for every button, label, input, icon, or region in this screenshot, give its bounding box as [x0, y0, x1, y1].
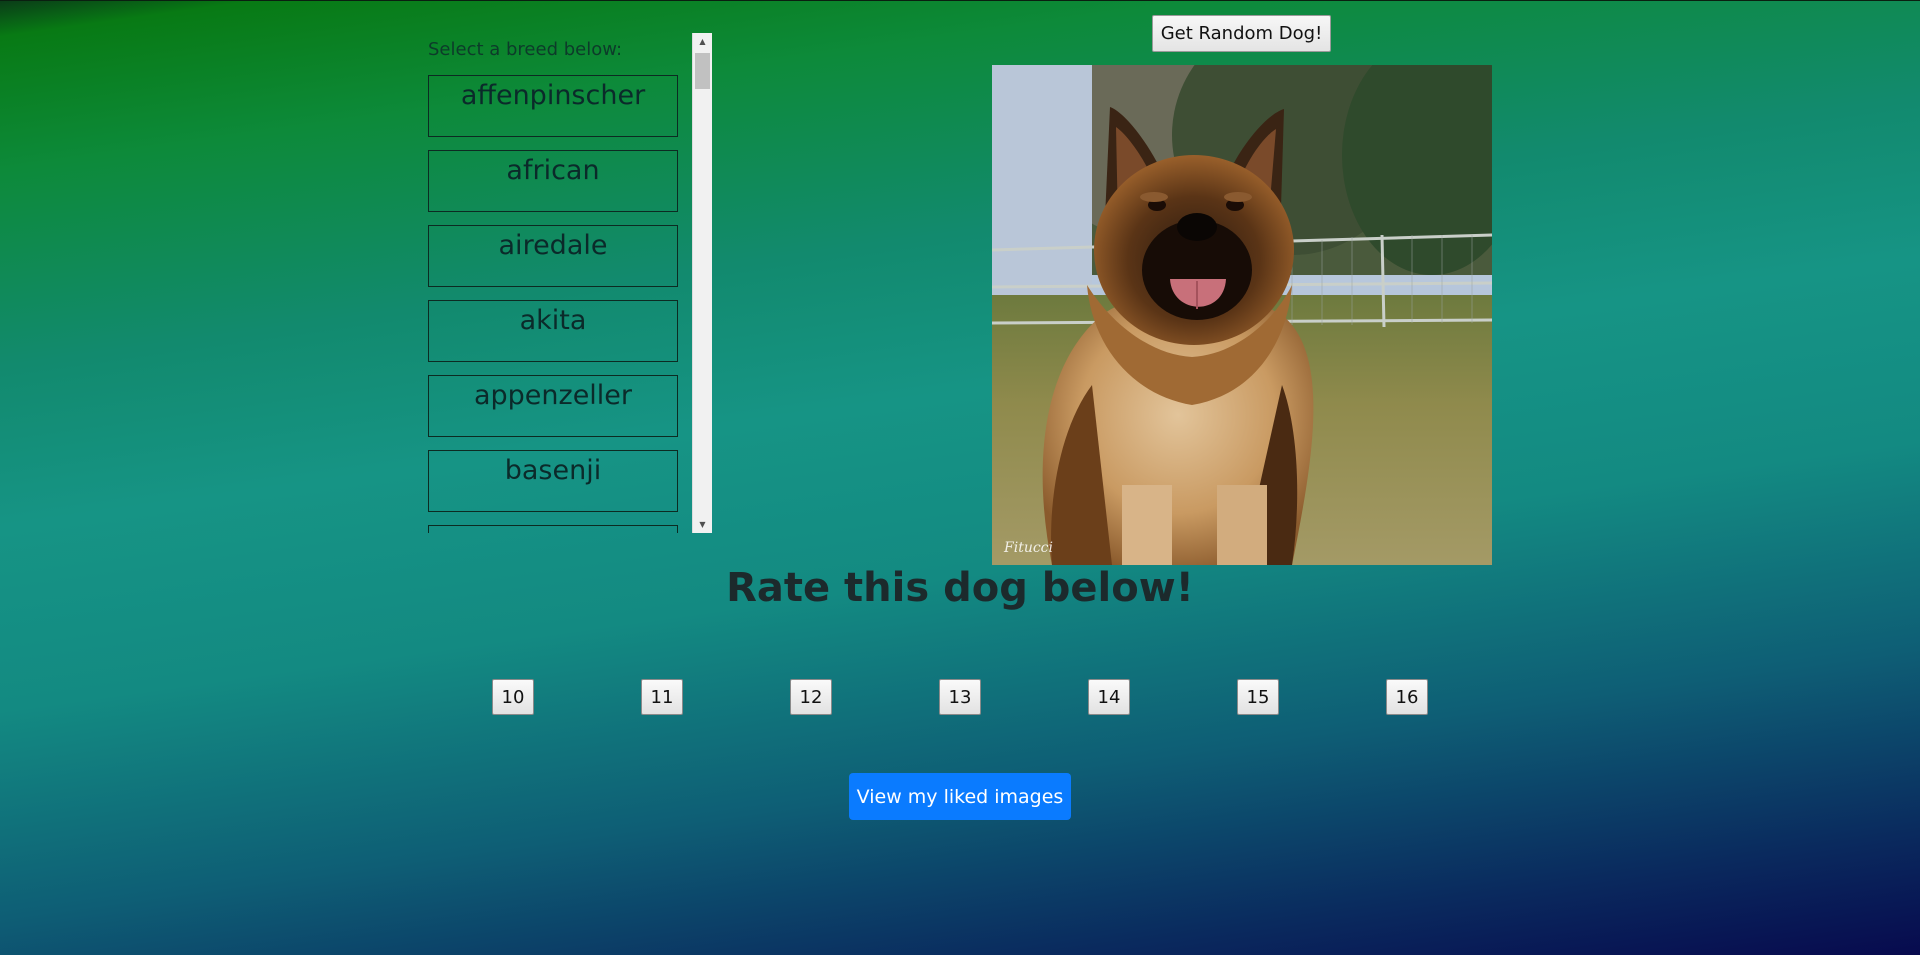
photo-watermark: Fitucci [1003, 540, 1053, 556]
breed-panel: Select a breed below: affenpinscher afri… [428, 33, 712, 533]
rate-heading: Rate this dog below! [726, 565, 1194, 611]
rating-button-15[interactable]: 15 [1237, 679, 1279, 715]
breed-item-akita[interactable]: akita [428, 300, 678, 362]
scroll-thumb[interactable] [695, 53, 710, 89]
breed-item-affenpinscher[interactable]: affenpinscher [428, 75, 678, 137]
rating-button-12[interactable]: 12 [790, 679, 832, 715]
breed-list-scrollbar[interactable]: ▲ ▼ [692, 33, 712, 533]
rating-button-14[interactable]: 14 [1088, 679, 1130, 715]
rating-button-16[interactable]: 16 [1386, 679, 1428, 715]
rating-button-13[interactable]: 13 [939, 679, 981, 715]
dog-photo: Fitucci [992, 65, 1492, 565]
breed-item-beagle[interactable]: beagle [428, 525, 678, 533]
scroll-down-icon[interactable]: ▼ [693, 516, 712, 533]
breed-item-airedale[interactable]: airedale [428, 225, 678, 287]
breed-prompt: Select a breed below: [428, 39, 623, 60]
breed-item-basenji[interactable]: basenji [428, 450, 678, 512]
rating-button-11[interactable]: 11 [641, 679, 683, 715]
view-liked-images-button[interactable]: View my liked images [849, 773, 1071, 820]
breed-item-african[interactable]: african [428, 150, 678, 212]
scroll-up-icon[interactable]: ▲ [693, 33, 712, 50]
breed-item-appenzeller[interactable]: appenzeller [428, 375, 678, 437]
breed-list[interactable]: affenpinscher african airedale akita app… [428, 75, 678, 533]
get-random-dog-button[interactable]: Get Random Dog! [1152, 15, 1331, 52]
rating-button-10[interactable]: 10 [492, 679, 534, 715]
